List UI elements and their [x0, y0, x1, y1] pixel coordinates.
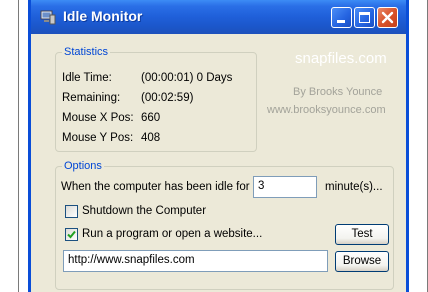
shutdown-label[interactable]: Shutdown the Computer [82, 205, 206, 217]
idle-minutes-input[interactable]: 3 [253, 176, 317, 198]
close-button[interactable] [377, 7, 398, 28]
idle-time-label: Idle Time: [62, 72, 112, 84]
test-button[interactable]: Test [335, 224, 389, 245]
watermark: snapfiles.com [295, 50, 387, 67]
run-program-checkbox[interactable] [65, 228, 78, 241]
author-website: www.brooksyounce.com [267, 104, 386, 116]
run-program-label[interactable]: Run a program or open a website... [82, 228, 262, 240]
mouse-x-value: 660 [141, 112, 161, 124]
remaining-label: Remaining: [62, 92, 121, 104]
checkmark-icon [67, 230, 76, 239]
idle-monitor-window: Idle Monitor snapfiles.com Statistics Id… [28, 0, 409, 292]
monitor-app-icon [40, 10, 56, 25]
maximize-button[interactable] [354, 7, 375, 28]
mouse-y-value: 408 [141, 132, 161, 144]
author-credit: By Brooks Younce [293, 86, 383, 98]
idle-threshold-label: When the computer has been idle for [61, 181, 250, 193]
browse-button[interactable]: Browse [335, 251, 389, 272]
close-icon [381, 11, 394, 24]
minimize-button[interactable] [331, 7, 352, 28]
idle-time-value: (00:00:01) 0 Days [141, 72, 233, 84]
statistics-legend: Statistics [62, 46, 111, 58]
options-legend: Options [62, 160, 104, 172]
shutdown-checkbox[interactable] [65, 205, 78, 218]
mouse-y-label: Mouse Y Pos: [62, 132, 134, 144]
remaining-value: (00:02:59) [141, 92, 194, 104]
title-bar[interactable]: Idle Monitor [31, 0, 406, 34]
mouse-x-label: Mouse X Pos: [62, 112, 134, 124]
minutes-suffix-label: minute(s)... [325, 181, 383, 193]
window-title: Idle Monitor [63, 8, 143, 24]
maximize-icon [359, 12, 370, 23]
minimize-icon [337, 20, 345, 23]
url-input[interactable]: http://www.snapfiles.com [63, 250, 328, 272]
